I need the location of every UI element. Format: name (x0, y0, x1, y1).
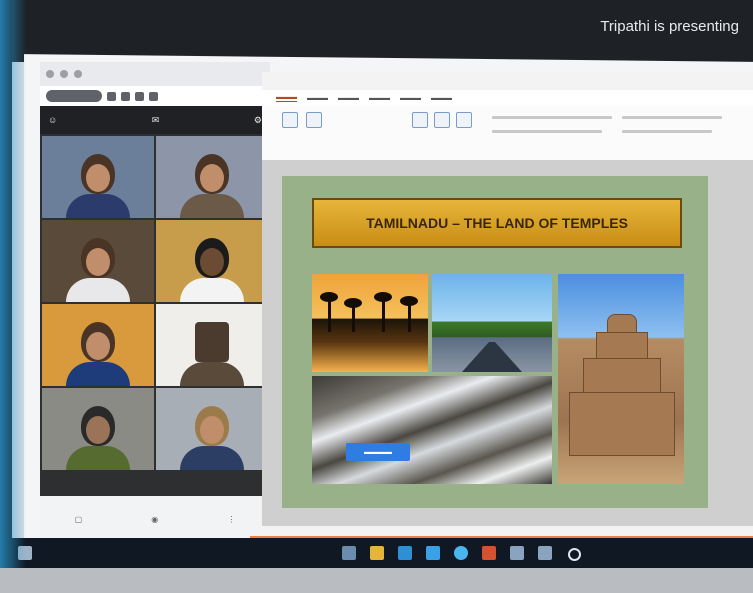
browser-tab-bar (40, 62, 270, 86)
meet-window: ☺ ✉ ⚙ ▢ ◉ ⋮ (40, 62, 270, 542)
font-controls[interactable] (492, 116, 612, 119)
mail-icon[interactable] (510, 546, 524, 560)
bookmark-icon[interactable] (121, 91, 130, 101)
minimize-icon[interactable] (60, 70, 68, 78)
captions-icon[interactable]: ◉ (151, 515, 158, 524)
tab-slide-show[interactable]: ▬▬▬ (431, 95, 452, 102)
participant-tile[interactable] (156, 388, 268, 470)
menu-icon[interactable] (149, 91, 158, 101)
edge-icon[interactable] (398, 546, 412, 560)
windows-taskbar (12, 538, 753, 568)
shapes-button[interactable] (412, 112, 428, 128)
paragraph-controls[interactable] (622, 116, 722, 119)
meet-controls: ▢ ◉ ⋮ (40, 496, 270, 542)
file-explorer-icon[interactable] (370, 546, 384, 560)
quick-styles-button[interactable] (456, 112, 472, 128)
powerpoint-icon[interactable] (482, 546, 496, 560)
tab-home[interactable]: ▬▬▬ (276, 94, 297, 102)
ribbon (262, 106, 753, 161)
tab-animations[interactable]: ▬▬▬ (400, 95, 421, 102)
ribbon-tabs: ▬▬▬ ▬▬▬ ▬▬▬ ▬▬▬ ▬▬▬ ▬▬▬ (262, 90, 753, 106)
paste-button[interactable] (282, 112, 298, 128)
participant-tile[interactable] (156, 304, 268, 386)
screen-glare (0, 0, 26, 593)
more-options-icon[interactable]: ⋮ (227, 515, 235, 524)
slide-canvas: TAMILNADU – THE LAND OF TEMPLES (262, 160, 753, 526)
presenting-banner: Tripathi is presenting (600, 18, 739, 35)
waterfall-photo (312, 376, 552, 484)
participant-tile[interactable] (42, 136, 154, 218)
participant-tile[interactable] (42, 388, 154, 470)
participant-tile[interactable] (156, 220, 268, 302)
powerpoint-window: ▬▬▬ ▬▬▬ ▬▬▬ ▬▬▬ ▬▬▬ ▬▬▬ TAMILNADU – THE … (262, 72, 753, 540)
ppt-title-bar (262, 72, 753, 90)
rock-temple-photo (558, 274, 684, 484)
country-road-photo (432, 274, 552, 372)
chat-icon[interactable]: ✉ (152, 115, 160, 126)
chrome-icon[interactable] (454, 546, 468, 560)
participant-tile[interactable] (42, 220, 154, 302)
meeting-top-bar: Tripathi is presenting (0, 0, 753, 62)
palm-sunset-photo (312, 274, 428, 372)
people-icon[interactable]: ☺ (48, 115, 57, 125)
profile-icon[interactable] (135, 91, 144, 101)
search-icon[interactable] (342, 546, 356, 560)
stop-sharing-button[interactable]: ▬▬▬▬ (346, 443, 410, 461)
alignment-controls[interactable] (622, 130, 712, 133)
activities-icon[interactable]: ⚙ (254, 115, 262, 126)
tab-design[interactable]: ▬▬▬ (338, 95, 359, 102)
participant-tile[interactable] (156, 136, 268, 218)
font-format-controls[interactable] (492, 130, 602, 133)
arrange-button[interactable] (434, 112, 450, 128)
browser-address-bar[interactable] (40, 86, 270, 106)
slide-title[interactable]: TAMILNADU – THE LAND OF TEMPLES (312, 198, 682, 248)
close-icon[interactable] (46, 70, 54, 78)
extension-icon[interactable] (107, 91, 116, 101)
new-slide-button[interactable] (306, 112, 322, 128)
task-view-icon[interactable] (538, 546, 552, 560)
store-icon[interactable] (426, 546, 440, 560)
desk-surface (0, 568, 753, 593)
url-pill[interactable] (46, 90, 102, 102)
tab-insert[interactable]: ▬▬▬ (307, 95, 328, 102)
participant-grid (40, 134, 270, 472)
circle-icon[interactable] (568, 548, 581, 561)
participant-tile[interactable] (42, 304, 154, 386)
present-icon[interactable]: ▢ (75, 515, 83, 524)
new-tab-icon[interactable] (74, 70, 82, 78)
tab-transitions[interactable]: ▬▬▬ (369, 95, 390, 102)
meet-header: ☺ ✉ ⚙ (40, 106, 270, 134)
